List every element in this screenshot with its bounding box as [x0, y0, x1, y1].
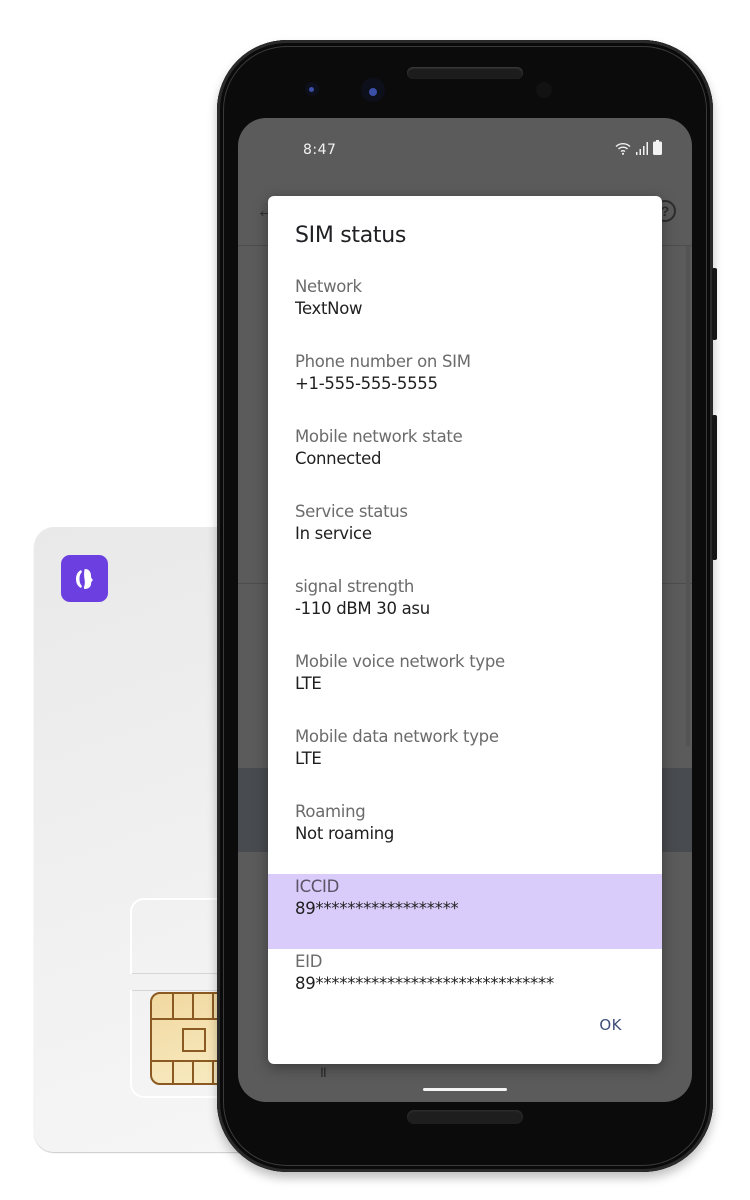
- list-item-signal-strength[interactable]: signal strength -110 dBM 30 asu: [268, 574, 662, 649]
- earpiece-speaker: [407, 67, 523, 79]
- gesture-nav-handle[interactable]: [423, 1088, 507, 1091]
- ok-button[interactable]: OK: [599, 1016, 622, 1034]
- battery-icon: [653, 140, 662, 160]
- row-label: Mobile data network type: [295, 727, 499, 746]
- list-item-service-status[interactable]: Service status In service: [268, 499, 662, 574]
- volume-button: [712, 415, 717, 560]
- row-value: Not roaming: [295, 824, 395, 843]
- list-item-voice-network-type[interactable]: Mobile voice network type LTE: [268, 649, 662, 724]
- status-time: 8:47: [303, 142, 337, 158]
- row-label: Mobile voice network type: [295, 652, 505, 671]
- sim-status-dialog: SIM status Network TextNow Phone number …: [268, 196, 662, 1064]
- status-bar: 8:47: [238, 118, 692, 178]
- row-value: 89******************: [295, 899, 459, 918]
- list-item-eid[interactable]: EID 89******************************: [268, 949, 662, 1024]
- sim-info-list: Network TextNow Phone number on SIM +1-5…: [268, 274, 662, 1024]
- power-button: [712, 268, 717, 340]
- list-item-phone-number[interactable]: Phone number on SIM +1-555-555-5555: [268, 349, 662, 424]
- row-value: LTE: [295, 749, 322, 768]
- row-label: Phone number on SIM: [295, 352, 471, 371]
- background-scrollbar: [686, 246, 690, 746]
- dialog-title: SIM status: [295, 223, 407, 248]
- list-item-data-network-type[interactable]: Mobile data network type LTE: [268, 724, 662, 799]
- row-value: Connected: [295, 449, 382, 468]
- row-label: ICCID: [295, 877, 339, 896]
- row-label: Network: [295, 277, 362, 296]
- list-item-network[interactable]: Network TextNow: [268, 274, 662, 349]
- row-value: TextNow: [295, 299, 363, 318]
- textnow-logo-icon: [61, 555, 108, 602]
- row-label: EID: [295, 952, 323, 971]
- row-label: Mobile network state: [295, 427, 463, 446]
- row-value: LTE: [295, 674, 322, 693]
- wifi-icon: [615, 142, 631, 160]
- signal-icon: [636, 142, 648, 160]
- front-camera-icon: [361, 78, 385, 102]
- pause-icon: II: [320, 1064, 327, 1080]
- bottom-speaker: [407, 1110, 523, 1124]
- status-icons: [615, 140, 662, 160]
- list-item-iccid[interactable]: ICCID 89******************: [268, 874, 662, 949]
- list-item-roaming[interactable]: Roaming Not roaming: [268, 799, 662, 874]
- row-label: signal strength: [295, 577, 415, 596]
- front-camera-icon: [305, 82, 319, 96]
- proximity-sensor: [536, 82, 552, 98]
- row-label: Roaming: [295, 802, 366, 821]
- row-value: +1-555-555-5555: [295, 374, 438, 393]
- row-label: Service status: [295, 502, 408, 521]
- row-value: In service: [295, 524, 372, 543]
- row-value: 89******************************: [295, 974, 554, 993]
- phone-device: 8:47 ← ? II SIM status Network TextNow P…: [217, 40, 717, 1172]
- phone-screen: 8:47 ← ? II SIM status Network TextNow P…: [238, 118, 692, 1102]
- list-item-mobile-network-state[interactable]: Mobile network state Connected: [268, 424, 662, 499]
- row-value: -110 dBM 30 asu: [295, 599, 430, 618]
